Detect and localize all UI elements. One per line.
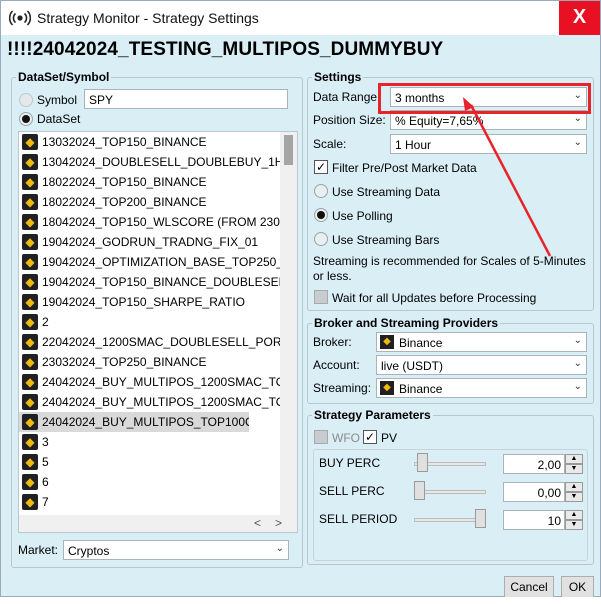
background-window-strip bbox=[0, 597, 601, 604]
strategy-settings-window: Strategy Monitor - Strategy Settings X !… bbox=[0, 0, 601, 598]
annotation-arrow bbox=[463, 97, 552, 257]
